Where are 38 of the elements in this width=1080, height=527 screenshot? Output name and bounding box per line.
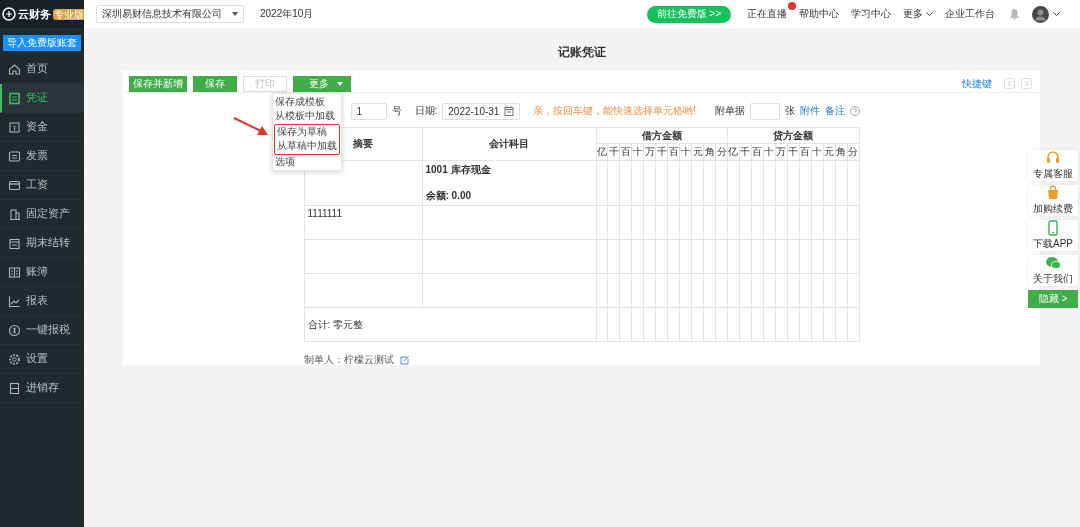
- unit-header: 分: [715, 143, 728, 161]
- unit-header: 角: [703, 143, 716, 161]
- attachments-suffix: 张: [784, 104, 795, 118]
- unit-header: 万: [775, 143, 788, 161]
- page-title: 记账凭证: [556, 44, 607, 61]
- unit-header: 十: [811, 143, 824, 161]
- unit-header: 角: [835, 143, 847, 161]
- column-header: 会计科目: [422, 127, 596, 161]
- unit-header: 十: [631, 143, 644, 161]
- edition-badge: 专业版: [53, 8, 85, 20]
- balance-text: 余额: 0.00: [425, 189, 473, 203]
- unit-header: 亿: [596, 143, 608, 161]
- unit-header: 千: [739, 143, 752, 161]
- unit-header: 千: [607, 143, 620, 161]
- unit-header: 千: [787, 143, 800, 161]
- unit-header: 十: [679, 143, 692, 161]
- unit-header: 元: [823, 143, 836, 161]
- unit-header: 百: [799, 143, 812, 161]
- unit-header: 十: [763, 143, 776, 161]
- column-header: 贷方金额: [727, 127, 859, 144]
- unit-header: 万: [643, 143, 656, 161]
- account-text: 1001 库存现金: [425, 163, 492, 177]
- unit-header: 分: [847, 143, 859, 161]
- unit-header: 千: [655, 143, 668, 161]
- column-header: 借方金额: [596, 127, 728, 144]
- period-text: 2022年10月: [260, 7, 314, 21]
- attachments-label: 附单据: [714, 104, 745, 118]
- maker-text: 制单人：柠檬云测试: [303, 353, 394, 367]
- unit-header: 元: [691, 143, 704, 161]
- unit-header: 百: [751, 143, 764, 161]
- date-label: 日期:: [414, 104, 438, 118]
- unit-header: 百: [619, 143, 632, 161]
- unit-header: 亿: [727, 143, 740, 161]
- hint-text: 亲，按回车键，能快速选择单元格哟!: [533, 104, 697, 118]
- logo-text: 云财务: [18, 6, 51, 22]
- total-text: 合计: 零元整: [304, 307, 596, 342]
- number-suffix: 号: [391, 104, 402, 118]
- unit-header: 百: [667, 143, 680, 161]
